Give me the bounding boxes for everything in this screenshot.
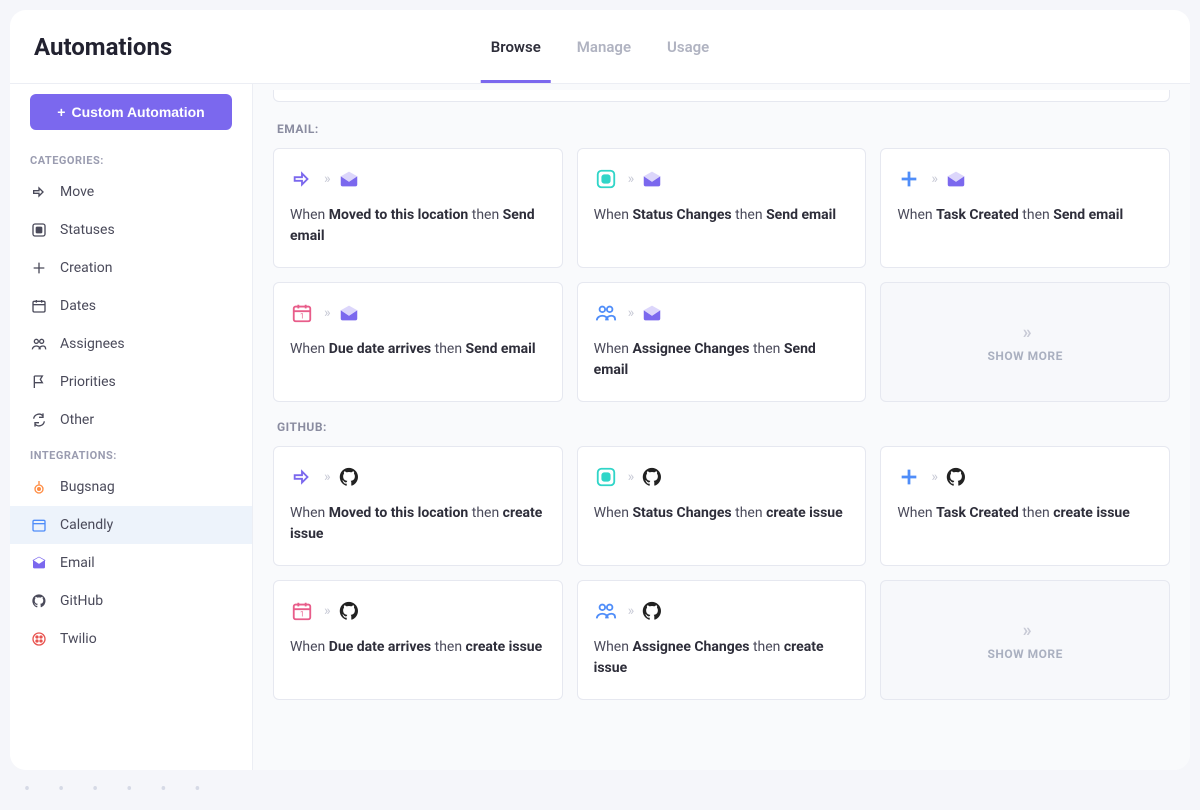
refresh-icon: [30, 411, 48, 429]
integrations-heading: INTEGRATIONS:: [10, 439, 252, 468]
chevron-right-icon: »: [931, 171, 934, 187]
svg-text:1: 1: [300, 312, 304, 321]
bugsnag-icon: [30, 478, 48, 496]
sidebar-item-creation[interactable]: Creation: [10, 249, 252, 287]
automation-card[interactable]: » When Task Created then create issue: [880, 446, 1170, 566]
email-icon: [944, 167, 968, 191]
card-text: When Task Created then Send email: [897, 205, 1153, 226]
email-icon: [337, 301, 361, 325]
card-text: When Assignee Changes then create issue: [594, 637, 850, 679]
plus-icon: +: [57, 104, 65, 120]
group-email-label: EMAIL:: [277, 122, 1170, 136]
github-icon: [337, 465, 361, 489]
email-icon: [30, 554, 48, 572]
header: Automations Browse Manage Usage: [10, 10, 1190, 84]
automation-card[interactable]: 1 » When Due date arrives then Send emai…: [273, 282, 563, 402]
card-text: When Task Created then create issue: [897, 503, 1153, 524]
card-text: When Assignee Changes then Send email: [594, 339, 850, 381]
arrow-icon: [290, 465, 314, 489]
sidebar-item-calendly[interactable]: Calendly: [10, 506, 252, 544]
automation-card[interactable]: » When Moved to this location then creat…: [273, 446, 563, 566]
automation-card[interactable]: » When Assignee Changes then Send email: [577, 282, 867, 402]
categories-heading: CATEGORIES:: [10, 144, 252, 173]
chevron-right-icon: »: [1023, 322, 1028, 343]
chevron-right-icon: »: [324, 305, 327, 321]
svg-text:1: 1: [300, 610, 304, 619]
calendly-icon: [30, 516, 48, 534]
flag-icon: [30, 373, 48, 391]
calendar-icon: 1: [290, 301, 314, 325]
arrow-icon: [30, 183, 48, 201]
chevron-right-icon: »: [1023, 620, 1028, 641]
tab-browse[interactable]: Browse: [491, 10, 541, 83]
chevron-right-icon: »: [628, 171, 631, 187]
chevron-right-icon: »: [324, 603, 327, 619]
people-icon: [30, 335, 48, 353]
arrow-icon: [290, 167, 314, 191]
automation-card[interactable]: » When Moved to this location then Send …: [273, 148, 563, 268]
people-icon: [594, 301, 618, 325]
tab-manage[interactable]: Manage: [577, 10, 631, 83]
github-icon: [337, 599, 361, 623]
page-title: Automations: [34, 33, 172, 61]
card-text: When Moved to this location then create …: [290, 503, 546, 545]
sidebar-item-github[interactable]: GitHub: [10, 582, 252, 620]
automation-card[interactable]: » When Status Changes then create issue: [577, 446, 867, 566]
plus-icon: [897, 465, 921, 489]
github-icon: [30, 592, 48, 610]
sidebar: + Custom Automation CATEGORIES: Move Sta…: [10, 84, 253, 770]
card-text: When Moved to this location then Send em…: [290, 205, 546, 247]
email-icon: [640, 167, 664, 191]
card-text: When Due date arrives then create issue: [290, 637, 546, 658]
github-icon: [640, 465, 664, 489]
sidebar-item-twilio[interactable]: Twilio: [10, 620, 252, 658]
show-more-button[interactable]: » SHOW MORE: [880, 580, 1170, 700]
chevron-right-icon: »: [628, 305, 631, 321]
sidebar-item-dates[interactable]: Dates: [10, 287, 252, 325]
tab-usage[interactable]: Usage: [667, 10, 709, 83]
email-icon: [337, 167, 361, 191]
square-icon: [30, 221, 48, 239]
card-text: When Status Changes then create issue: [594, 503, 850, 524]
chevron-right-icon: »: [628, 603, 631, 619]
group-github-label: GITHUB:: [277, 420, 1170, 434]
sidebar-item-priorities[interactable]: Priorities: [10, 363, 252, 401]
chevron-right-icon: »: [931, 469, 934, 485]
partial-row-strip: [273, 90, 1170, 102]
footer-dots: ••••••: [0, 780, 1200, 800]
automation-card[interactable]: » When Assignee Changes then create issu…: [577, 580, 867, 700]
sidebar-item-statuses[interactable]: Statuses: [10, 211, 252, 249]
github-icon: [640, 599, 664, 623]
calendar-icon: 1: [290, 599, 314, 623]
custom-automation-button[interactable]: + Custom Automation: [30, 94, 232, 130]
sidebar-item-bugsnag[interactable]: Bugsnag: [10, 468, 252, 506]
automation-card[interactable]: 1 » When Due date arrives then create is…: [273, 580, 563, 700]
card-text: When Due date arrives then Send email: [290, 339, 546, 360]
automation-card[interactable]: » When Status Changes then Send email: [577, 148, 867, 268]
email-icon: [640, 301, 664, 325]
chevron-right-icon: »: [324, 469, 327, 485]
sidebar-item-other[interactable]: Other: [10, 401, 252, 439]
plus-icon: [897, 167, 921, 191]
tabs: Browse Manage Usage: [491, 10, 710, 83]
sidebar-item-move[interactable]: Move: [10, 173, 252, 211]
status-icon: [594, 167, 618, 191]
github-icon: [944, 465, 968, 489]
plus-outline-icon: [30, 259, 48, 277]
chevron-right-icon: »: [628, 469, 631, 485]
status-icon: [594, 465, 618, 489]
calendar-icon: [30, 297, 48, 315]
card-text: When Status Changes then Send email: [594, 205, 850, 226]
main-content: EMAIL: » When Moved to this location the…: [253, 84, 1190, 770]
show-more-button[interactable]: » SHOW MORE: [880, 282, 1170, 402]
twilio-icon: [30, 630, 48, 648]
sidebar-item-assignees[interactable]: Assignees: [10, 325, 252, 363]
automation-card[interactable]: » When Task Created then Send email: [880, 148, 1170, 268]
chevron-right-icon: »: [324, 171, 327, 187]
sidebar-item-email[interactable]: Email: [10, 544, 252, 582]
people-icon: [594, 599, 618, 623]
